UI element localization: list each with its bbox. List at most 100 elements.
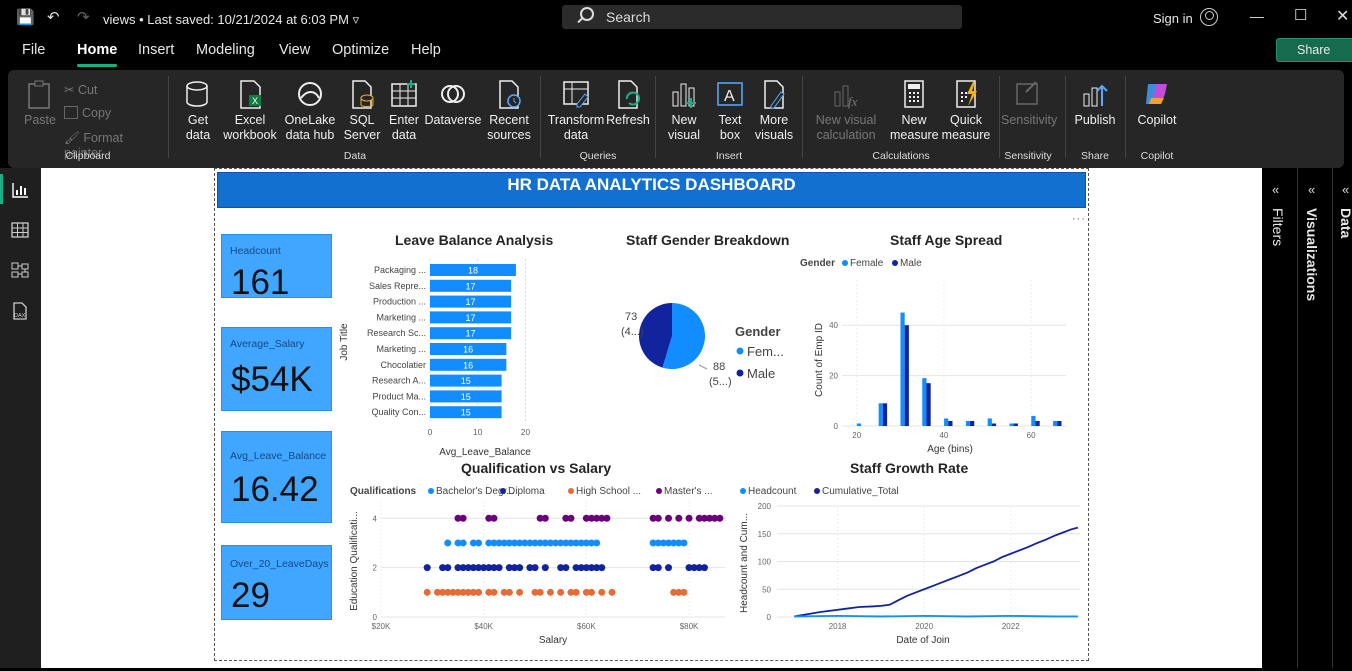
ribbon-home: Paste ✂ Cut Copy 🖌 Format painter Clipbo…: [8, 70, 1344, 168]
y-axis-label: Job Title: [339, 323, 350, 361]
user-avatar-icon[interactable]: [1200, 8, 1218, 26]
age-spread-chart[interactable]: Gender Female Male 0 20 40 20 40 60 Age (bins) Cou…: [800, 252, 1075, 457]
scatter-point: [603, 514, 611, 522]
legend-marker: [736, 347, 744, 355]
collapse-visualizations-icon[interactable]: «: [1308, 182, 1315, 197]
refresh-button[interactable]: Refresh: [606, 78, 650, 128]
maximize-icon[interactable]: ☐: [1294, 6, 1307, 24]
document-title[interactable]: views • Last saved: 10/21/2024 at 6:03 P…: [103, 12, 359, 28]
kpi-card-average-salary[interactable]: Average_Salary $54K: [221, 327, 332, 411]
more-options-icon[interactable]: ···: [1072, 213, 1086, 225]
get-data-button[interactable]: Get data: [176, 78, 220, 143]
share-label: Share: [1297, 43, 1331, 57]
model-view-icon[interactable]: [11, 262, 29, 278]
kpi-card-over-20-leave-days[interactable]: Over_20_LeaveDays 29: [221, 545, 332, 620]
staff-growth-chart[interactable]: Headcount Cumulative_Total 0 50 100 150 200 201…: [735, 481, 1085, 649]
menu-home[interactable]: Home: [77, 42, 118, 67]
gender-breakdown-title: Staff Gender Breakdown: [626, 232, 790, 248]
share-button[interactable]: Share: [1276, 38, 1352, 62]
menu-modeling[interactable]: Modeling: [196, 42, 255, 58]
sensitivity-button[interactable]: Sensitivity: [1001, 78, 1057, 128]
sensitivity-group: Sensitivity Sensitivity: [1001, 74, 1057, 164]
y-tick-label: 0: [373, 613, 378, 622]
quick-measure-button[interactable]: Quick measure: [940, 78, 992, 143]
report-view-icon[interactable]: [11, 182, 29, 198]
redo-icon[interactable]: ↷: [77, 8, 90, 26]
transform-data-button[interactable]: Transform data: [546, 78, 606, 143]
copilot-button[interactable]: Copilot: [1131, 78, 1183, 128]
category-label: Research Sc...: [367, 328, 426, 338]
recent-sources-button[interactable]: Recent sources: [482, 78, 536, 143]
paste-button[interactable]: Paste: [18, 78, 62, 128]
bar: [1057, 420, 1062, 426]
scatter-point: [475, 588, 483, 596]
menu-insert[interactable]: Insert: [138, 42, 174, 58]
qualification-salary-chart[interactable]: Qualifications Bachelor's Degr...Diploma H…: [345, 481, 735, 649]
visual-calculation-icon: fx: [834, 85, 858, 109]
cut-icon: ✂: [64, 83, 78, 97]
visualizations-pane-tab[interactable]: Visualizations: [1304, 208, 1320, 301]
filters-pane-tab[interactable]: Filters: [1270, 208, 1286, 246]
legend-item: Diploma: [508, 486, 545, 497]
copy-button[interactable]: Copy: [64, 106, 111, 120]
kpi-label: Avg_Leave_Balance: [230, 450, 327, 462]
legend-marker: [656, 488, 662, 494]
new-visual-button[interactable]: New visual: [663, 78, 705, 143]
scatter-point: [675, 514, 683, 522]
table-icon: [391, 80, 417, 107]
kpi-card-headcount[interactable]: Headcount 161: [221, 234, 332, 302]
dashboard-title-banner[interactable]: HR DATA ANALYTICS DASHBOARD: [217, 172, 1086, 208]
category-label: Production ...: [373, 297, 426, 307]
legend-title: Gender: [735, 324, 781, 339]
publish-icon: [1083, 84, 1108, 107]
bar: [1035, 420, 1040, 426]
excel-workbook-button[interactable]: X Excel workbook: [220, 78, 280, 143]
dataverse-button[interactable]: Dataverse: [424, 78, 482, 128]
scatter-point: [598, 588, 606, 596]
table-view-icon[interactable]: [11, 222, 29, 238]
sql-server-button[interactable]: SQL Server: [340, 78, 384, 143]
recent-sources-icon: [499, 80, 521, 109]
leave-balance-chart[interactable]: Packaging ... 18 Sales Repre... 17 Productio…: [335, 253, 560, 458]
onelake-data-hub-button[interactable]: OneLake data hub: [280, 78, 340, 143]
category-label: Marketing ...: [376, 312, 426, 322]
new-visual-calculation-button[interactable]: fx New visual calculation: [810, 78, 882, 143]
menu-view[interactable]: View: [279, 42, 310, 58]
collapse-filters-icon[interactable]: «: [1272, 182, 1279, 197]
bar: [904, 325, 909, 426]
new-visual-calculation-label: New visual calculation: [815, 113, 877, 142]
legend-marker: [568, 488, 574, 494]
sign-in-link[interactable]: Sign in: [1153, 11, 1193, 26]
new-measure-label: New measure: [890, 113, 939, 142]
menu-help[interactable]: Help: [411, 42, 441, 58]
y-tick-label: 40: [829, 321, 838, 330]
minimize-icon[interactable]: —: [1250, 8, 1264, 24]
legend-marker: [500, 488, 506, 494]
enter-data-button[interactable]: Enter data: [384, 78, 424, 143]
dataverse-label: Dataverse: [424, 113, 482, 127]
legend-item: Headcount: [748, 486, 797, 497]
save-icon[interactable]: 💾: [16, 8, 35, 26]
undo-icon[interactable]: ↶: [47, 8, 60, 26]
recent-sources-label: Recent sources: [487, 113, 531, 142]
x-tick-label: $60K: [577, 622, 596, 631]
text-box-button[interactable]: A Text box: [709, 78, 751, 143]
brush-icon: 🖌: [64, 131, 84, 145]
scatter-point: [654, 514, 662, 522]
kpi-card-avg-leave-balance[interactable]: Avg_Leave_Balance 16.42: [221, 431, 332, 523]
menu-file[interactable]: File: [22, 42, 45, 58]
onelake-label: OneLake data hub: [284, 113, 336, 142]
scatter-point: [423, 588, 431, 596]
close-icon[interactable]: ✕: [1336, 6, 1349, 26]
transform-data-label: Transform data: [547, 113, 605, 142]
gender-pie-chart[interactable]: 88 (5...) 73 (4...) Gender Fem... Male: [595, 289, 805, 409]
search-box[interactable]: Search: [562, 5, 962, 29]
new-measure-button[interactable]: New measure: [890, 78, 939, 143]
dax-query-view-icon[interactable]: DAX: [11, 302, 29, 320]
menu-optimize[interactable]: Optimize: [332, 42, 389, 58]
collapse-data-icon[interactable]: «: [1342, 182, 1349, 197]
cut-button[interactable]: ✂ Cut: [64, 82, 97, 97]
publish-button[interactable]: Publish: [1071, 78, 1119, 128]
more-visuals-button[interactable]: More visuals: [753, 78, 795, 143]
data-pane-tab[interactable]: Data: [1338, 208, 1352, 238]
